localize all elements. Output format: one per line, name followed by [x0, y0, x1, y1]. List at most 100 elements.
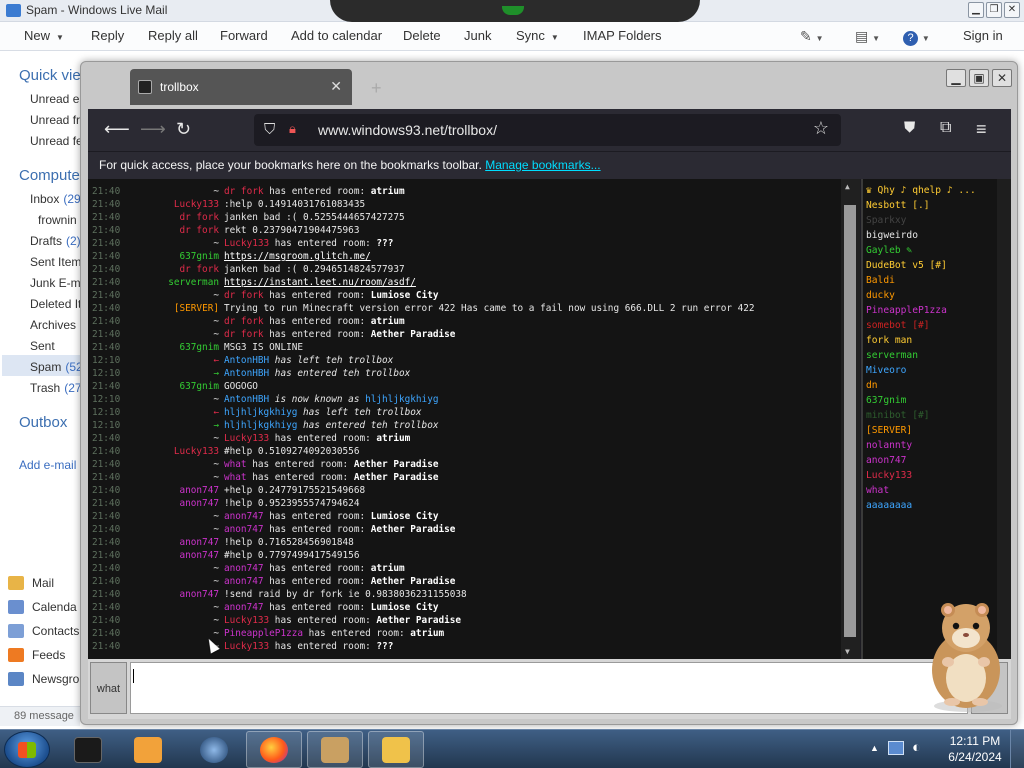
tab-trollbox[interactable]: trollbox ✕ [130, 69, 352, 105]
message-nick[interactable]: Lucky133 [174, 445, 219, 458]
user-list-item[interactable]: nolannty [866, 438, 912, 453]
folder-junk[interactable]: Junk E-m [30, 276, 80, 290]
help-icon[interactable]: ? ▼ [903, 28, 930, 46]
nav-feeds[interactable]: Feeds [8, 648, 65, 662]
add-email-link[interactable]: Add e-mail [19, 458, 80, 472]
new-tab-icon[interactable]: + [371, 78, 382, 99]
user-list-item[interactable]: Miveoro [866, 363, 906, 378]
user-list-item[interactable]: minibot [#] [866, 408, 930, 423]
folder-deleted[interactable]: Deleted It [30, 297, 80, 311]
message-nick[interactable]: ~ [213, 458, 219, 471]
user-list-item[interactable]: what [866, 483, 889, 498]
taskbar-terminal[interactable] [60, 731, 116, 768]
address-bar[interactable]: ⛉ 🔒︎ www.windows93.net/trollbox/ ☆ [254, 114, 841, 146]
reply-all-button[interactable]: Reply all [148, 28, 198, 43]
pen-icon[interactable]: ✎ ▼ [800, 28, 824, 45]
sign-in-button[interactable]: Sign in [963, 28, 1003, 43]
reload-icon[interactable]: ↻ [176, 119, 191, 140]
user-list-item[interactable]: aaaaaaaa [866, 498, 912, 513]
imap-folders-button[interactable]: IMAP Folders [583, 28, 662, 43]
extensions-icon[interactable]: ⧉ [940, 119, 951, 137]
message-nick[interactable]: ~ [213, 289, 219, 302]
message-nick[interactable]: ~ [213, 562, 219, 575]
pocket-icon[interactable]: ⛊ [904, 119, 915, 136]
message-input[interactable] [130, 662, 968, 714]
message-link[interactable]: https://instant.leet.nu/room/asdf/ [224, 277, 416, 288]
message-nick[interactable]: dr fork [179, 224, 219, 237]
message-nick[interactable]: serverman [168, 276, 219, 289]
message-nick[interactable]: → [213, 419, 219, 432]
shield-icon[interactable]: ⛉ [264, 121, 275, 138]
message-nick[interactable]: ← [213, 354, 219, 367]
scroll-down-icon[interactable]: ▼ [845, 647, 850, 656]
folder-inbox[interactable]: Inbox (29 [30, 192, 80, 206]
message-nick[interactable]: ~ [213, 523, 219, 536]
url-text[interactable]: www.windows93.net/trollbox/ [318, 122, 497, 138]
folder-drafts[interactable]: Drafts (2) [30, 234, 80, 248]
volume-icon[interactable]: ◐ [912, 739, 921, 756]
show-desktop-button[interactable] [1010, 730, 1024, 768]
manage-bookmarks-link[interactable]: Manage bookmarks... [485, 158, 600, 172]
forward-button[interactable]: Forward [220, 28, 268, 43]
nav-calendar[interactable]: Calenda [8, 600, 77, 614]
quick-view-item[interactable]: Unread e [30, 92, 80, 106]
junk-button[interactable]: Junk [464, 28, 491, 43]
user-list-item[interactable]: dn [866, 378, 878, 393]
message-nick[interactable]: anon747 [179, 497, 219, 510]
tab-close-icon[interactable]: ✕ [330, 78, 342, 95]
computer-account-header[interactable]: Compute [19, 167, 80, 184]
user-list-item[interactable]: Lucky133 [866, 468, 912, 483]
message-nick[interactable]: ~ [213, 575, 219, 588]
folder-spam[interactable]: Spam (52 [30, 360, 80, 374]
lock-icon[interactable]: 🔒︎ [289, 121, 296, 137]
sync-button[interactable]: Sync ▼ [516, 28, 559, 43]
message-nick[interactable]: ~ [213, 328, 219, 341]
message-nick[interactable]: dr fork [179, 263, 219, 276]
user-list-item[interactable]: Baldi [866, 273, 895, 288]
scroll-up-icon[interactable]: ▲ [845, 182, 850, 191]
nav-newsgroups[interactable]: Newsgro [8, 672, 79, 686]
user-list-item[interactable]: PineappleP1zza [866, 303, 947, 318]
user-list-item[interactable]: bigweirdo [866, 228, 918, 243]
message-nick[interactable]: Lucky133 [174, 198, 219, 211]
back-arrow-icon[interactable]: ⟵ [104, 119, 130, 140]
message-nick[interactable]: anon747 [179, 549, 219, 562]
taskbar-media-player[interactable] [120, 731, 176, 768]
taskbar-live-mail[interactable] [368, 731, 424, 768]
quick-view-item[interactable]: Unread fr [30, 113, 80, 127]
user-list-item[interactable]: 637gnim [866, 393, 906, 408]
user-list-scrollbar[interactable] [997, 179, 1011, 659]
user-list-item[interactable]: Sparkxy [866, 213, 906, 228]
message-link[interactable]: https://msgroom.glitch.me/ [224, 251, 371, 262]
hamster-mascot[interactable] [918, 598, 1010, 714]
taskbar-firefox[interactable] [246, 731, 302, 768]
nav-mail[interactable]: Mail [8, 576, 54, 590]
user-list-item[interactable]: [SERVER] [866, 423, 912, 438]
chat-scrollbar[interactable]: ▲ ▼ [841, 179, 860, 659]
delete-button[interactable]: Delete [403, 28, 441, 43]
folder-trash[interactable]: Trash (27 [30, 381, 80, 395]
message-nick[interactable]: 637gnim [179, 380, 219, 393]
message-nick[interactable]: ~ [213, 315, 219, 328]
message-nick[interactable]: ~ [213, 614, 219, 627]
outbox-header[interactable]: Outbox [19, 414, 67, 431]
menu-icon[interactable]: ≡ [976, 119, 987, 140]
user-list-item[interactable]: Gayleb ✎ [866, 243, 912, 258]
layout-icon[interactable]: ▤ ▼ [855, 28, 880, 45]
new-button[interactable]: New ▼ [24, 28, 64, 43]
message-nick[interactable]: → [213, 367, 219, 380]
quick-view-item[interactable]: Unread fe [30, 134, 80, 148]
user-list-item[interactable]: ♛ Qhy ♪ qhelp ♪ ... [866, 183, 976, 198]
nav-contacts[interactable]: Contacts [8, 624, 79, 638]
message-nick[interactable]: ~ [213, 393, 219, 406]
add-to-calendar-button[interactable]: Add to calendar [291, 28, 382, 43]
quick-views-header[interactable]: Quick vie [19, 67, 81, 84]
message-nick[interactable]: anon747 [179, 484, 219, 497]
w93-minimize-button[interactable]: ▁ [946, 69, 966, 87]
message-nick[interactable]: ~ [213, 601, 219, 614]
user-list-item[interactable]: somebot [#] [866, 318, 930, 333]
forward-arrow-icon[interactable]: ⟶ [140, 119, 166, 140]
close-button[interactable]: ✕ [1004, 2, 1020, 18]
taskbar-clock[interactable]: 12:11 PM 6/24/2024 [944, 733, 1006, 765]
message-nick[interactable]: 637gnim [179, 250, 219, 263]
